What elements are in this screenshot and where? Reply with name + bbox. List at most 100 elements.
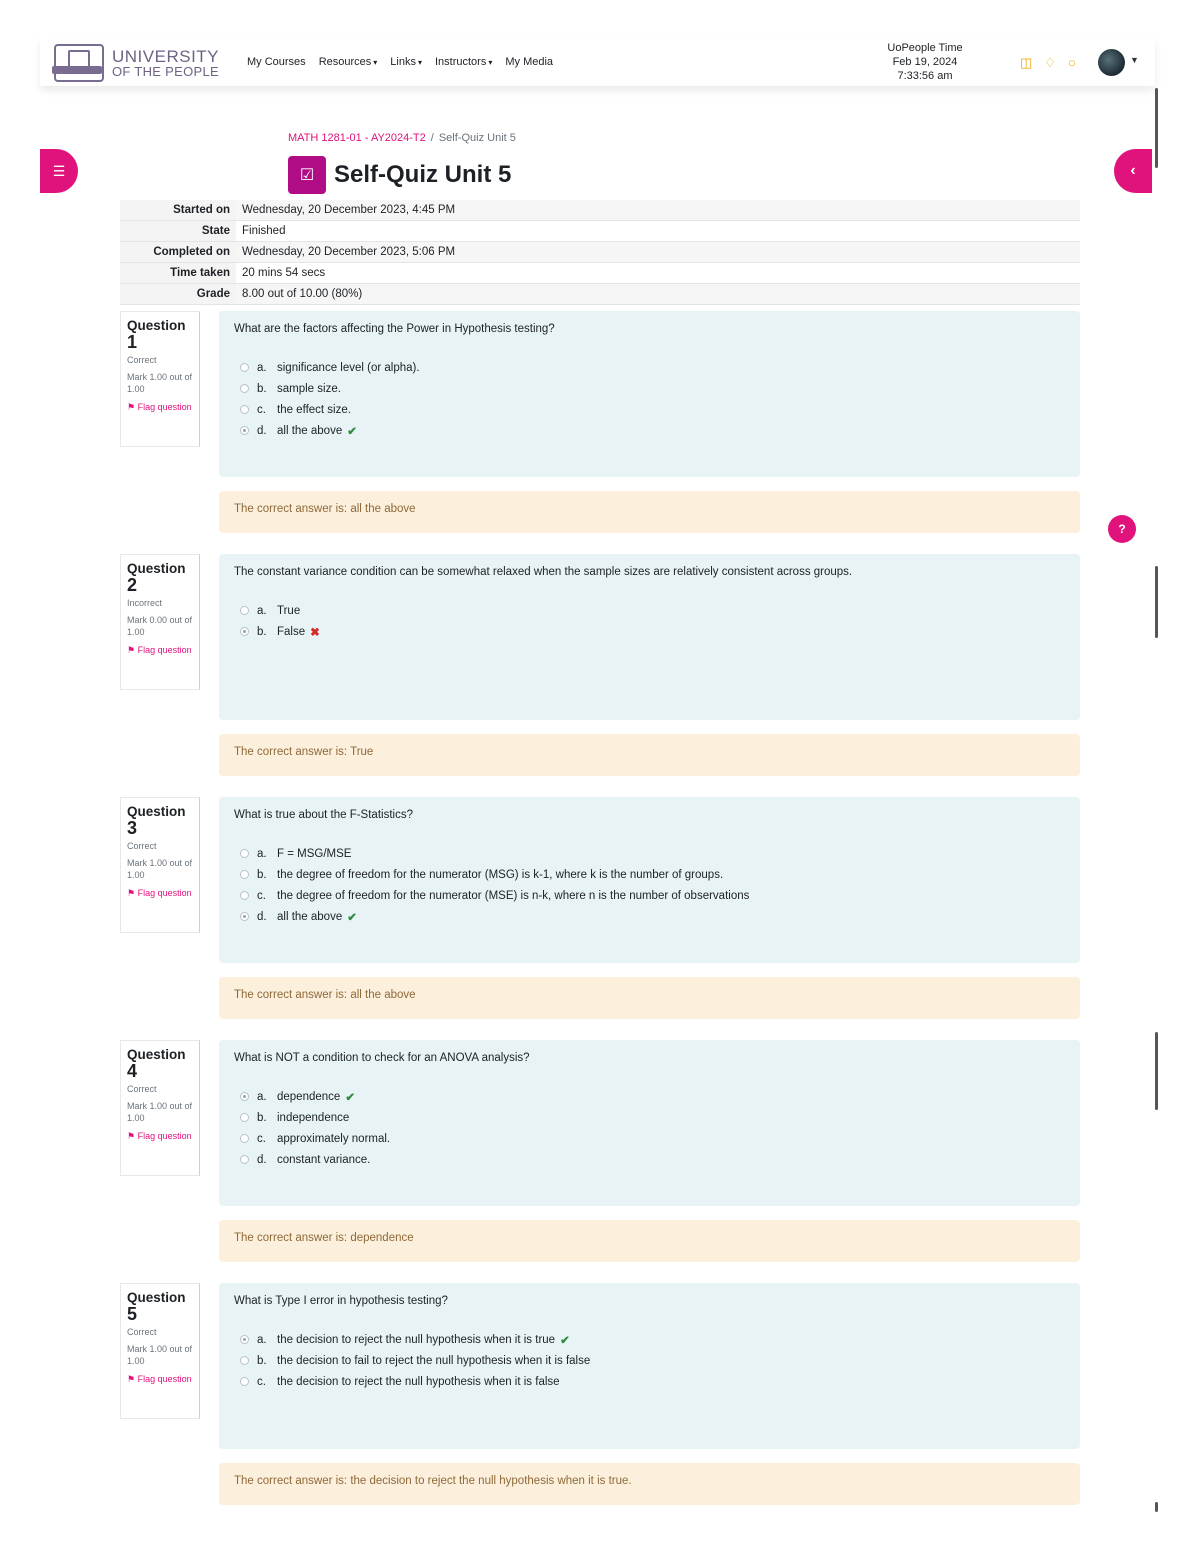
answer-text: independence	[277, 1111, 350, 1124]
breadcrumb-course-link[interactable]: MATH 1281-01 - AY2024-T2	[288, 132, 426, 144]
answer-radio[interactable]	[240, 912, 249, 921]
answer-letter: b.	[257, 1111, 267, 1124]
course-index-toggle[interactable]: ☰	[40, 149, 78, 193]
answer-letter: d.	[257, 424, 267, 437]
answer-radio[interactable]	[240, 627, 249, 636]
answer-radio[interactable]	[240, 1155, 249, 1164]
answer-option[interactable]: a. F = MSG/MSE	[234, 843, 1065, 864]
answer-radio[interactable]	[240, 1377, 249, 1386]
question-content: The constant variance condition can be s…	[219, 554, 1080, 720]
scrollbar-thumb[interactable]	[1155, 1502, 1158, 1512]
flag-question-link[interactable]: ⚑ Flag question	[127, 644, 193, 656]
breadcrumb-current[interactable]: Self-Quiz Unit 5	[439, 132, 516, 144]
summary-row: Time taken 20 mins 54 secs	[120, 262, 1080, 284]
flag-question-link[interactable]: ⚑ Flag question	[127, 1130, 193, 1142]
answer-radio[interactable]	[240, 1092, 249, 1101]
time-label: UoPeople Time	[887, 42, 963, 54]
nav-item-my-courses[interactable]: My Courses	[247, 56, 306, 68]
summary-label: Time taken	[120, 262, 236, 284]
bell-icon[interactable]: ♢	[1044, 55, 1056, 71]
answer-radio[interactable]	[240, 1113, 249, 1122]
answer-text: all the above	[277, 424, 343, 437]
scrollbar-thumb[interactable]	[1155, 88, 1158, 168]
question-info: Question 1 Correct Mark 1.00 out of 1.00 ⚑ F…	[120, 311, 200, 447]
nav-item-instructors[interactable]: Instructors ▾	[435, 56, 492, 68]
question-state: Correct	[127, 1327, 157, 1337]
answer-option[interactable]: a. the decision to reject the null hypoth…	[234, 1329, 1065, 1350]
scrollbar-thumb[interactable]	[1155, 566, 1158, 638]
nav-item-links[interactable]: Links ▾	[390, 56, 422, 68]
answer-option[interactable]: c. the effect size.	[234, 399, 1065, 420]
header-icons: ◫ ♢ ○	[1020, 55, 1076, 71]
question-info: Question 2 Incorrect Mark 0.00 out of 1.00 ⚑…	[120, 554, 200, 690]
calendar-icon[interactable]: ◫	[1020, 55, 1032, 71]
answer-radio[interactable]	[240, 426, 249, 435]
answer-option[interactable]: d. all the above ✔	[234, 420, 1065, 441]
question-label: Question	[127, 1047, 186, 1062]
answer-text: constant variance.	[277, 1153, 371, 1166]
summary-value: Finished	[236, 220, 1080, 242]
answer-option[interactable]: b. independence	[234, 1107, 1065, 1128]
answer-radio[interactable]	[240, 384, 249, 393]
help-button[interactable]: ?	[1108, 515, 1136, 543]
answer-option[interactable]: d. all the above ✔	[234, 906, 1065, 927]
answer-text: the decision to reject the null hypothes…	[277, 1375, 560, 1388]
answer-radio[interactable]	[240, 606, 249, 615]
answer-list: a. F = MSG/MSE b. the degree of freedom for…	[234, 843, 1065, 927]
question-text: What are the factors affecting the Power…	[234, 323, 555, 335]
answer-radio[interactable]	[240, 405, 249, 414]
flag-question-link[interactable]: ⚑ Flag question	[127, 401, 193, 413]
answer-letter: c.	[257, 1132, 266, 1145]
answer-option[interactable]: b. the decision to fail to reject the nul…	[234, 1350, 1065, 1371]
question-number: 3	[127, 818, 138, 838]
answer-radio[interactable]	[240, 849, 249, 858]
question-info: Question 5 Correct Mark 1.00 out of 1.00 ⚑ F…	[120, 1283, 200, 1419]
summary-label: Completed on	[120, 241, 236, 263]
answer-radio[interactable]	[240, 1335, 249, 1344]
scrollbar-thumb[interactable]	[1155, 1032, 1158, 1110]
flag-question-label: Flag question	[137, 645, 192, 655]
question-number: 1	[127, 332, 138, 352]
answer-option[interactable]: a. dependence ✔	[234, 1086, 1065, 1107]
answer-option[interactable]: b. the degree of freedom for the numerato…	[234, 864, 1065, 885]
question-label: Question	[127, 804, 186, 819]
answer-radio[interactable]	[240, 1356, 249, 1365]
answer-radio[interactable]	[240, 870, 249, 879]
flag-question-link[interactable]: ⚑ Flag question	[127, 887, 193, 899]
site-logo[interactable]: UNIVERSITY OF THE PEOPLE	[52, 44, 219, 82]
answer-option[interactable]: a. significance level (or alpha).	[234, 357, 1065, 378]
chevron-down-icon[interactable]: ▼	[1130, 55, 1139, 65]
logo-line2: OF THE PEOPLE	[112, 64, 219, 79]
answer-radio[interactable]	[240, 891, 249, 900]
flag-question-label: Flag question	[137, 402, 192, 412]
answer-option[interactable]: c. the degree of freedom for the numerato…	[234, 885, 1065, 906]
chat-icon[interactable]: ○	[1068, 55, 1076, 71]
answer-option[interactable]: a. True	[234, 600, 1065, 621]
breadcrumb-separator: /	[430, 132, 434, 144]
nav-item-label: My Media	[505, 56, 554, 68]
nav-item-label: My Courses	[247, 56, 306, 68]
question-info: Question 4 Correct Mark 1.00 out of 1.00 ⚑ F…	[120, 1040, 200, 1176]
avatar[interactable]	[1098, 49, 1125, 76]
nav-item-label: Resources	[318, 56, 372, 68]
summary-value: Wednesday, 20 December 2023, 4:45 PM	[236, 200, 1080, 221]
question-number: 5	[127, 1304, 138, 1324]
answer-option[interactable]: b. sample size.	[234, 378, 1065, 399]
block-drawer-toggle[interactable]: ‹	[1114, 149, 1152, 193]
answer-radio[interactable]	[240, 363, 249, 372]
question-content: What are the factors affecting the Power…	[219, 311, 1080, 477]
question-label: Question	[127, 1290, 186, 1305]
flag-question-link[interactable]: ⚑ Flag question	[127, 1373, 193, 1385]
answer-radio[interactable]	[240, 1134, 249, 1143]
answer-option[interactable]: d. constant variance.	[234, 1149, 1065, 1170]
question-mark: Mark 1.00 out of 1.00	[127, 1344, 193, 1366]
nav-item-my-media[interactable]: My Media	[505, 56, 553, 68]
question-number: 2	[127, 575, 138, 595]
question-text: The constant variance condition can be s…	[234, 566, 853, 578]
question-mark: Mark 0.00 out of 1.00	[127, 615, 193, 637]
answer-option[interactable]: c. the decision to reject the null hypoth…	[234, 1371, 1065, 1392]
nav-item-resources[interactable]: Resources ▾	[319, 56, 378, 68]
answer-letter: a.	[257, 604, 267, 617]
answer-option[interactable]: c. approximately normal.	[234, 1128, 1065, 1149]
answer-option[interactable]: b. False ✖	[234, 621, 1065, 642]
